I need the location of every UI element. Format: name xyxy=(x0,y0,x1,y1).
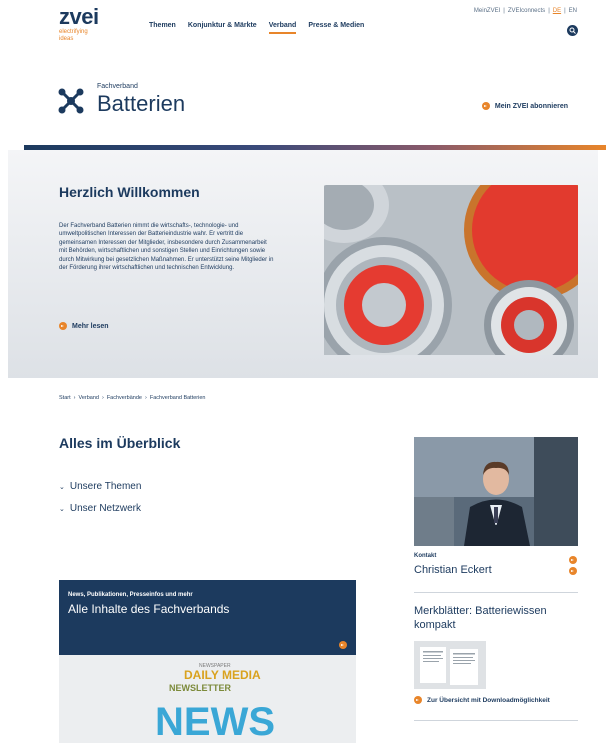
lang-en-link[interactable]: EN xyxy=(569,8,577,14)
contact-phone-icon[interactable] xyxy=(569,567,577,575)
accordion-label: Unsere Themen xyxy=(69,481,142,492)
download-overview-link[interactable]: Zur Übersicht mit Downloadmöglichkeit xyxy=(414,696,550,704)
news-card[interactable]: News, Publikationen, Presseinfos und meh… xyxy=(59,580,356,743)
merkblatt-document-thumbnail[interactable] xyxy=(414,641,486,689)
chevron-right-icon: › xyxy=(144,395,147,401)
util-separator: | xyxy=(548,8,550,14)
util-separator: | xyxy=(503,8,505,14)
main-navigation: Themen Konjunktur & Märkte Verband Press… xyxy=(149,22,364,34)
word-newsletter: NEWSLETTER xyxy=(169,683,231,693)
zvei-logo[interactable]: zvei electrifying ideas xyxy=(59,6,99,43)
subscribe-label: Mein ZVEI abonnieren xyxy=(494,102,568,110)
breadcrumb-fachverbaende[interactable]: Fachverbände xyxy=(107,395,142,401)
hero-title: Herzlich Willkommen xyxy=(59,184,200,200)
logo-tagline-1: electrifying xyxy=(59,29,88,35)
logo-wordmark: zvei xyxy=(59,4,99,29)
hero-text: Der Fachverband Batterien nimmt die wirt… xyxy=(59,223,274,272)
overview-title: Alles im Überblick xyxy=(59,435,181,451)
page-title: Batterien xyxy=(97,91,186,116)
page-kicker: Fachverband xyxy=(97,83,138,90)
news-card-title: Alle Inhalte des Fachverbands xyxy=(68,602,230,616)
breadcrumb-start[interactable]: Start xyxy=(59,395,71,401)
search-icon xyxy=(569,27,576,34)
merkblaetter-title: Merkblätter: Batteriewissen kompakt xyxy=(414,605,547,631)
subscribe-link[interactable]: Mein ZVEI abonnieren xyxy=(481,102,568,110)
search-button[interactable] xyxy=(567,25,578,36)
nav-presse[interactable]: Presse & Medien xyxy=(308,22,364,34)
word-news: NEWS xyxy=(155,700,275,743)
breadcrumb-verband[interactable]: Verband xyxy=(78,395,99,401)
breadcrumb-current: Fachverband Batterien xyxy=(149,395,206,401)
contact-photo xyxy=(414,437,578,546)
nav-themen[interactable]: Themen xyxy=(149,22,176,34)
contact-label: Kontakt xyxy=(414,553,437,559)
arrow-circle-icon xyxy=(339,641,347,649)
battery-category-icon xyxy=(58,88,84,114)
utility-navigation: MeinZVEI | ZVEIconnects | DE | EN xyxy=(474,8,577,14)
arrow-circle-icon xyxy=(59,322,67,330)
news-word-cloud-image: NEWSPAPER DAILY MEDIA NEWSLETTER NEWS xyxy=(59,655,356,743)
read-more-link[interactable]: Mehr lesen xyxy=(59,322,109,330)
news-card-header: News, Publikationen, Presseinfos und meh… xyxy=(59,580,356,655)
accordion-unsere-themen[interactable]: ⌄ Unsere Themen xyxy=(59,481,141,492)
chevron-right-icon: › xyxy=(73,395,76,401)
contact-email-icon[interactable] xyxy=(569,556,577,564)
download-overview-label: Zur Übersicht mit Downloadmöglichkeit xyxy=(427,696,550,704)
divider xyxy=(414,720,578,721)
chevron-down-icon: ⌄ xyxy=(59,505,65,513)
arrow-circle-icon xyxy=(414,696,422,704)
arrow-circle-icon xyxy=(481,102,490,110)
divider xyxy=(414,592,578,593)
util-meinzvei[interactable]: MeinZVEI xyxy=(474,8,500,14)
contact-name[interactable]: Christian Eckert xyxy=(414,564,492,576)
chevron-right-icon: › xyxy=(101,395,104,401)
batteries-hero-image xyxy=(324,185,578,355)
logo-tagline-2: ideas xyxy=(59,36,74,42)
accordion-unser-netzwerk[interactable]: ⌄ Unser Netzwerk xyxy=(59,503,141,514)
chevron-down-icon: ⌄ xyxy=(59,483,65,491)
lang-de-link[interactable]: DE xyxy=(553,8,561,14)
word-daily-media: DAILY MEDIA xyxy=(184,668,261,682)
news-card-kicker: News, Publikationen, Presseinfos und meh… xyxy=(68,592,193,598)
nav-verband[interactable]: Verband xyxy=(268,22,297,34)
util-zveiconnects[interactable]: ZVEIconnects xyxy=(508,8,545,14)
read-more-label: Mehr lesen xyxy=(72,322,109,330)
accordion-label: Unser Netzwerk xyxy=(69,503,142,514)
breadcrumb: Start › Verband › Fachverbände › Fachver… xyxy=(59,395,205,401)
nav-konjunktur[interactable]: Konjunktur & Märkte xyxy=(188,22,257,34)
lang-separator: | xyxy=(564,8,566,14)
